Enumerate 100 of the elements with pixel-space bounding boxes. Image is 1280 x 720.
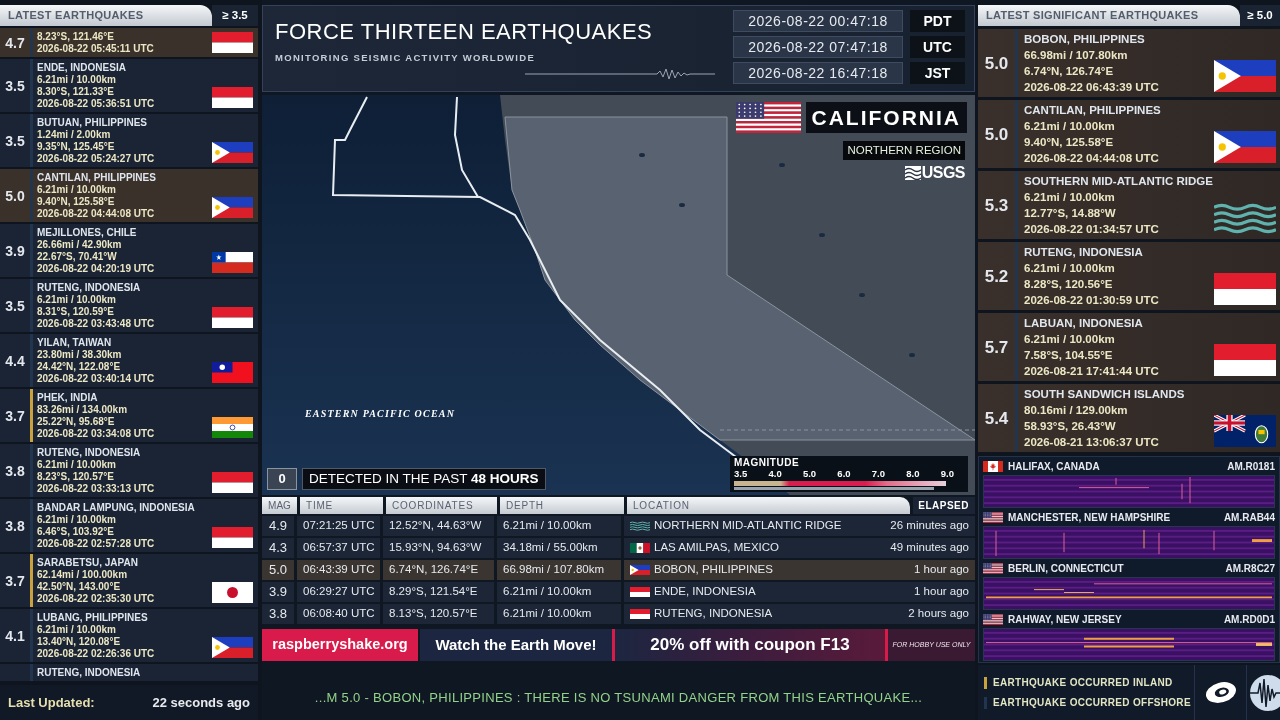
taiwan-flag-icon <box>212 362 253 383</box>
station-name: HALIFAX, CANADA <box>1008 459 1100 474</box>
depth-label: 80.16mi / 129.00km <box>1024 403 1128 418</box>
detected-count: 0 <box>267 468 297 490</box>
magnitude-label: 5.0 <box>984 125 1009 143</box>
usa-flag-icon <box>983 562 1003 574</box>
legend-label: EARTHQUAKE OCCURRED OFFSHORE <box>993 696 1191 710</box>
timestamp-label: 2026-08-22 03:43:48 UTC <box>37 318 155 330</box>
depth-label: 6.21mi / 10.00km <box>37 459 116 471</box>
magnitude-label: 4.4 <box>5 353 25 368</box>
indonesia-flag-icon <box>212 32 253 53</box>
scale-label: 4.0 <box>768 468 782 479</box>
magnitude-label: 3.9 <box>5 243 25 258</box>
app-subtitle: MONITORING SEISMIC ACTIVITY WORLDWIDE <box>275 52 537 63</box>
timezone-label: PDT <box>910 10 965 32</box>
depth-label: 6.21mi / 10.00km <box>1024 119 1115 134</box>
elapsed-cell-text: 2 hours ago <box>908 606 969 622</box>
scale-label: 5.0 <box>802 468 817 479</box>
elapsed-cell-text: 1 hour ago <box>914 562 969 578</box>
depth-label: 83.26mi / 134.00km <box>37 404 128 416</box>
location-label: LUBANG, PHILIPPINES <box>37 612 148 624</box>
timestamp-label: 2026-08-22 05:24:27 UTC <box>37 153 155 165</box>
coordinates-label: 25.22°N, 95.68°E <box>37 416 115 428</box>
location-cell-text: ENDE, INDONESIA <box>654 584 756 600</box>
magnitude-label: 5.7 <box>984 338 1009 356</box>
depth-label: 6.21mi / 10.00km <box>37 74 116 86</box>
indonesia-flag-icon <box>630 587 650 597</box>
location-cell-text: BOBON, PHILIPPINES <box>654 562 773 578</box>
india-flag-icon <box>212 417 253 438</box>
japan-flag-icon <box>212 582 253 603</box>
indonesia-flag-icon <box>1214 273 1276 305</box>
coordinates-label: 58.93°S, 26.43°W <box>1024 419 1116 434</box>
last-updated-value: 22 seconds ago <box>152 693 250 712</box>
location-label: LABUAN, INDONESIA <box>1024 316 1143 331</box>
magnitude-label: 5.2 <box>984 267 1009 285</box>
time-cell: 06:08:40 UTC <box>297 604 383 624</box>
last-updated-label: Last Updated: <box>8 693 95 712</box>
timezone-label: UTC <box>910 36 965 58</box>
location-label: ENDE, INDONESIA <box>37 62 126 74</box>
coupon-banner: 20% off with coupon F13 <box>615 629 885 661</box>
legend-title: MAGNITUDE <box>734 457 800 468</box>
philippines-flag-icon <box>212 637 253 658</box>
scale-label: 9.0 <box>940 468 954 479</box>
panel-title: LATEST SIGNIFICANT EARTHQUAKES <box>978 5 1240 26</box>
magnitude-label: 5.0 <box>5 188 25 203</box>
coordinates-label: 22.67°S, 70.41°W <box>37 251 117 263</box>
depth-label: 6.21mi / 10.00km <box>1024 190 1115 205</box>
station-name: RAHWAY, NEW JERSEY <box>1008 612 1122 627</box>
depth-label: 66.98mi / 107.80km <box>1024 48 1128 63</box>
depth-label: 23.80mi / 38.30km <box>37 349 122 361</box>
timestamp-label: 2026-08-22 04:44:08 UTC <box>1024 151 1159 166</box>
station-code: AM.RD0D1 <box>1223 612 1275 627</box>
station-name: BERLIN, CONNECTICUT <box>1008 561 1124 576</box>
usa-flag-icon <box>983 613 1003 625</box>
scale-label: 8.0 <box>906 468 920 479</box>
elapsed-cell-text: 1 hour ago <box>914 584 969 600</box>
usa-flag-icon <box>983 511 1003 523</box>
timestamp-label: 2026-08-22 05:36:51 UTC <box>37 98 155 110</box>
indonesia-flag-icon <box>212 307 253 328</box>
column-header: TIME <box>300 497 383 514</box>
coordinates-label: 8.28°S, 120.56°E <box>1024 277 1113 292</box>
elapsed-cell-text: 26 minutes ago <box>890 518 969 534</box>
scale-label: 7.0 <box>871 468 886 479</box>
magnitude-label: 4.1 <box>5 628 25 643</box>
depth-label: 6.21mi / 10.00km <box>1024 332 1115 347</box>
column-header: DEPTH <box>500 497 624 514</box>
location-label: CANTILAN, PHILIPPINES <box>37 172 156 184</box>
location-label: CANTILAN, PHILIPPINES <box>1024 103 1161 118</box>
scale-label: 6.0 <box>837 468 851 479</box>
clock-date: 2026-08-22 00:47:18 <box>733 10 903 32</box>
threshold-label: ≥ 3.5 <box>212 5 258 26</box>
indonesia-flag-icon <box>212 472 253 493</box>
timestamp-label: 2026-08-22 02:35:30 UTC <box>37 593 155 605</box>
depth-label: 6.21mi / 10.00km <box>1024 261 1115 276</box>
timestamp-label: 2026-08-22 01:34:57 UTC <box>1024 222 1159 237</box>
coordinates-cell: 8.13°S, 120.57°E <box>383 604 497 624</box>
timestamp-label: 2026-08-22 03:34:08 UTC <box>37 428 155 440</box>
location-cell-text: RUTENG, INDONESIA <box>654 606 773 622</box>
coordinates-label: 24.42°N, 122.08°E <box>37 361 121 373</box>
station-code: AM.R0181 <box>1227 459 1275 474</box>
magnitude-label: 5.0 <box>984 54 1009 72</box>
coordinates-label: 8.31°S, 120.59°E <box>37 306 114 318</box>
timestamp-label: 2026-08-22 03:40:14 UTC <box>37 373 155 385</box>
indonesia-flag-icon <box>1214 344 1276 376</box>
timestamp-label: 2026-08-21 17:41:44 UTC <box>1024 364 1159 379</box>
philippines-flag-icon <box>1214 60 1276 92</box>
clock-date: 2026-08-22 07:47:18 <box>733 36 903 58</box>
detected-label: DETECTED IN THE PAST 48 HOURS <box>302 468 546 490</box>
magnitude-label: 3.5 <box>5 298 25 313</box>
philippines-flag-icon <box>1214 131 1276 163</box>
depth-cell: 6.21mi / 10.00km <box>497 604 624 624</box>
magnitude-label: 3.8 <box>5 463 25 478</box>
coordinates-label: 9.40°N, 125.58°E <box>37 196 115 208</box>
philippines-flag-icon <box>212 197 253 218</box>
coordinates-label: 12.77°S, 14.88°W <box>1024 206 1116 221</box>
timestamp-label: 2026-08-22 03:33:13 UTC <box>37 483 155 495</box>
clock-date: 2026-08-22 16:47:18 <box>733 62 903 84</box>
threshold-label: ≥ 5.0 <box>1240 5 1280 26</box>
location-label: MEJILLONES, CHILE <box>37 227 137 239</box>
marker-bar-icon <box>984 676 987 689</box>
